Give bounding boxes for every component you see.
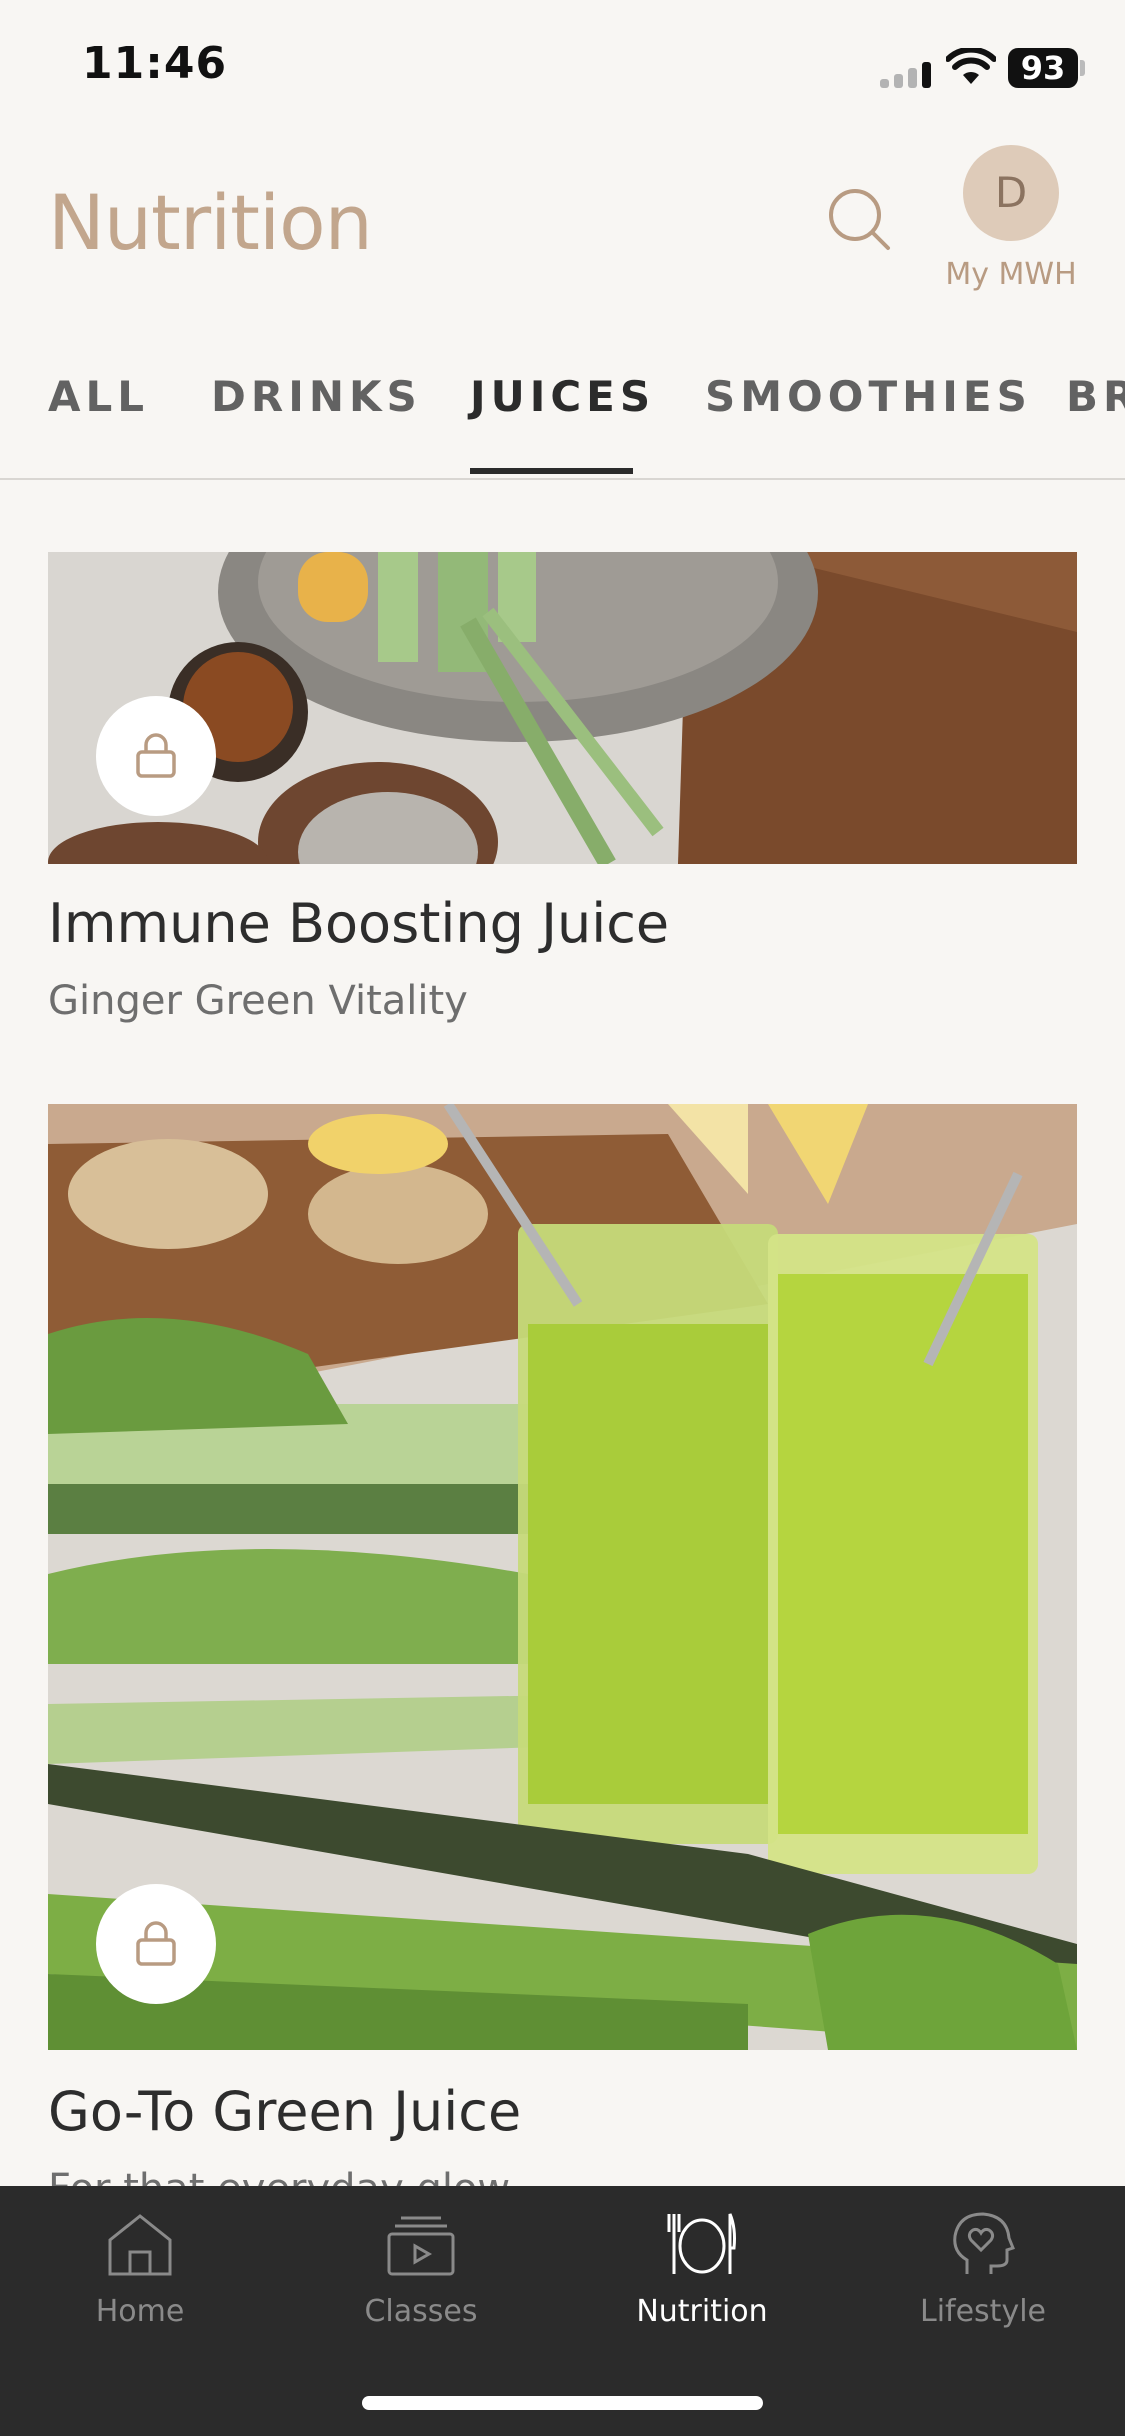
tab-bar-label: Classes xyxy=(364,2294,478,2329)
status-time: 11:46 xyxy=(82,38,228,89)
tab-bar-label: Home xyxy=(95,2294,185,2329)
tab-all[interactable]: ALL xyxy=(48,372,149,421)
recipe-title[interactable]: Immune Boosting Juice xyxy=(48,892,669,955)
avatar: D xyxy=(963,145,1059,241)
recipe-image[interactable] xyxy=(48,552,1077,864)
tab-bar-label: Nutrition xyxy=(636,2294,768,2329)
lock-icon xyxy=(136,1921,176,1966)
lock-button[interactable] xyxy=(96,696,216,816)
home-indicator[interactable] xyxy=(362,2396,763,2410)
recipe-subtitle: Ginger Green Vitality xyxy=(48,978,468,1024)
nutrition-icon xyxy=(667,2213,736,2274)
active-tab-indicator xyxy=(470,468,633,474)
status-bar: 11:46 93 xyxy=(0,0,1125,140)
tab-bar-classes[interactable]: Classes xyxy=(301,2208,541,2348)
lifestyle-icon xyxy=(953,2212,1015,2274)
profile-button[interactable]: D My MWH xyxy=(936,145,1086,305)
wifi-icon xyxy=(946,48,996,84)
tab-drinks[interactable]: DRINKS xyxy=(211,372,422,421)
tab-smoothies[interactable]: SMOOTHIES xyxy=(705,372,1032,421)
lock-button[interactable] xyxy=(96,1884,216,2004)
lock-icon xyxy=(136,733,176,778)
tab-bar-lifestyle[interactable]: Lifestyle xyxy=(863,2208,1103,2348)
search-icon xyxy=(829,189,890,250)
page-title: Nutrition xyxy=(48,178,373,267)
cellular-signal-icon xyxy=(880,60,936,88)
search-button[interactable] xyxy=(822,182,898,258)
avatar-label: My MWH xyxy=(945,257,1077,292)
tab-bar-label: Lifestyle xyxy=(919,2294,1046,2329)
category-tabs: ALL DRINKS JUICES SMOOTHIES BR xyxy=(0,350,1125,480)
battery-icon: 93 xyxy=(1008,48,1078,88)
tab-juices[interactable]: JUICES xyxy=(470,372,655,421)
header: Nutrition D My MWH xyxy=(0,140,1125,320)
recipe-image-graphic xyxy=(48,552,1077,864)
tab-bar-nutrition[interactable]: Nutrition xyxy=(582,2208,822,2348)
recipe-title[interactable]: Go-To Green Juice xyxy=(48,2080,521,2143)
battery-tip xyxy=(1080,60,1085,76)
classes-icon xyxy=(387,2216,455,2276)
home-icon xyxy=(108,2214,172,2276)
tab-bar-home[interactable]: Home xyxy=(20,2208,260,2348)
tab-breakfast[interactable]: BR xyxy=(1066,372,1125,421)
